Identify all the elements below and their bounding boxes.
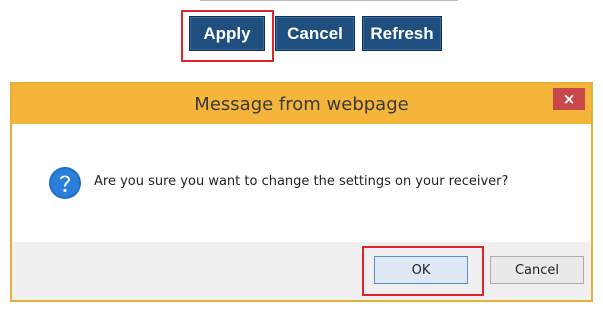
dialog-message: Are you sure you want to change the sett… xyxy=(94,174,509,189)
refresh-button[interactable]: Refresh xyxy=(362,16,442,51)
dialog-titlebar: Message from webpage × xyxy=(12,84,591,124)
cancel-button[interactable]: Cancel xyxy=(275,16,355,51)
question-icon xyxy=(49,167,81,199)
dialog-footer: OK Cancel xyxy=(12,242,591,300)
dialog-title: Message from webpage xyxy=(194,93,409,115)
page-divider xyxy=(200,0,458,1)
close-icon: × xyxy=(562,90,576,108)
close-button[interactable]: × xyxy=(553,88,585,110)
ok-button[interactable]: OK xyxy=(374,256,468,284)
dialog-body: Are you sure you want to change the sett… xyxy=(12,124,591,242)
dialog-cancel-button[interactable]: Cancel xyxy=(490,256,584,284)
apply-button[interactable]: Apply xyxy=(189,16,265,51)
message-dialog: Message from webpage × Are you sure you … xyxy=(10,82,593,302)
